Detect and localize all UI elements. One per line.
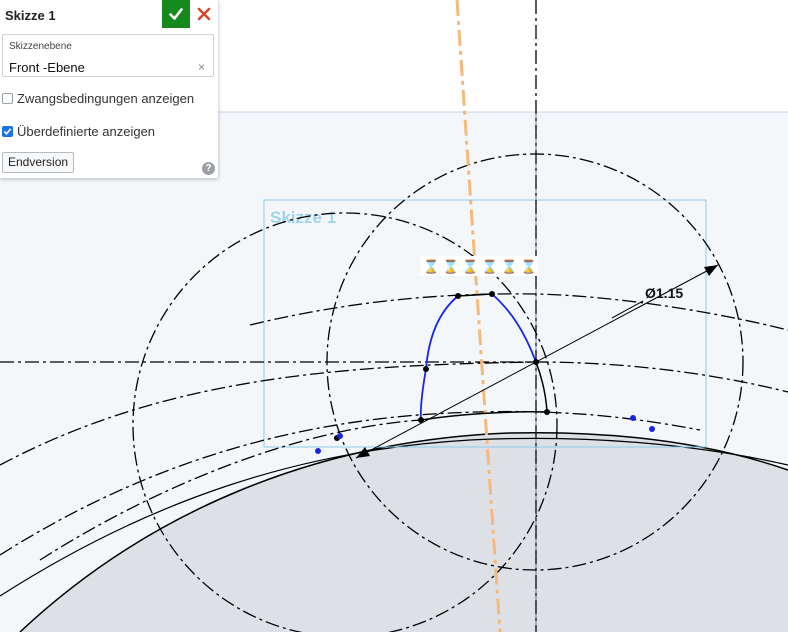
sketch-point xyxy=(489,291,495,297)
checkbox-check-icon xyxy=(3,128,12,135)
constraint-glyph[interactable]: ⌛ xyxy=(423,259,439,275)
close-button[interactable] xyxy=(190,0,218,28)
sketch-point-blue xyxy=(630,415,636,421)
sketch-point-blue xyxy=(315,448,321,454)
checkmark-icon xyxy=(169,8,183,20)
accept-button[interactable] xyxy=(162,0,190,28)
sketch-point-blue xyxy=(649,426,655,432)
clear-plane-icon[interactable]: × xyxy=(198,60,205,74)
final-button[interactable]: Endversion xyxy=(2,152,75,173)
sketch-panel: Skizze 1 Skizzenebene Front -Ebene × Zwa… xyxy=(0,0,218,178)
panel-title: Skizze 1 xyxy=(5,8,56,23)
constraint-glyph[interactable]: ⌛ xyxy=(521,259,537,275)
sketch-plane-label: Skizzenebene xyxy=(9,41,72,52)
sketch-point xyxy=(423,366,429,372)
sketch-point xyxy=(544,409,550,415)
constraint-glyph[interactable]: ⌛ xyxy=(443,259,459,275)
help-icon[interactable]: ? xyxy=(202,162,215,175)
show-constraints-label: Zwangsbedingungen anzeigen xyxy=(17,91,195,106)
sketch-plane-field[interactable]: Skizzenebene Front -Ebene × xyxy=(2,34,214,77)
sketch-point-blue xyxy=(337,433,343,439)
close-icon xyxy=(197,7,211,21)
show-overdefined-row[interactable]: Überdefinierte anzeigen xyxy=(2,124,155,139)
dimension-value: Ø1.15 xyxy=(645,285,683,301)
show-constraints-checkbox[interactable] xyxy=(2,93,13,104)
show-overdefined-checkbox[interactable] xyxy=(2,126,13,137)
constraint-icons[interactable]: ⌛ ⌛ ⌛ ⌛ ⌛ ⌛ xyxy=(420,256,538,276)
show-constraints-row[interactable]: Zwangsbedingungen anzeigen xyxy=(2,91,194,106)
show-overdefined-label: Überdefinierte anzeigen xyxy=(17,124,156,139)
constraint-glyph[interactable]: ⌛ xyxy=(462,259,478,275)
sketch-point xyxy=(455,293,461,299)
constraint-glyph[interactable]: ⌛ xyxy=(482,259,498,275)
constraint-glyph[interactable]: ⌛ xyxy=(501,259,517,275)
sketch-plane-value: Front -Ebene xyxy=(9,60,85,75)
